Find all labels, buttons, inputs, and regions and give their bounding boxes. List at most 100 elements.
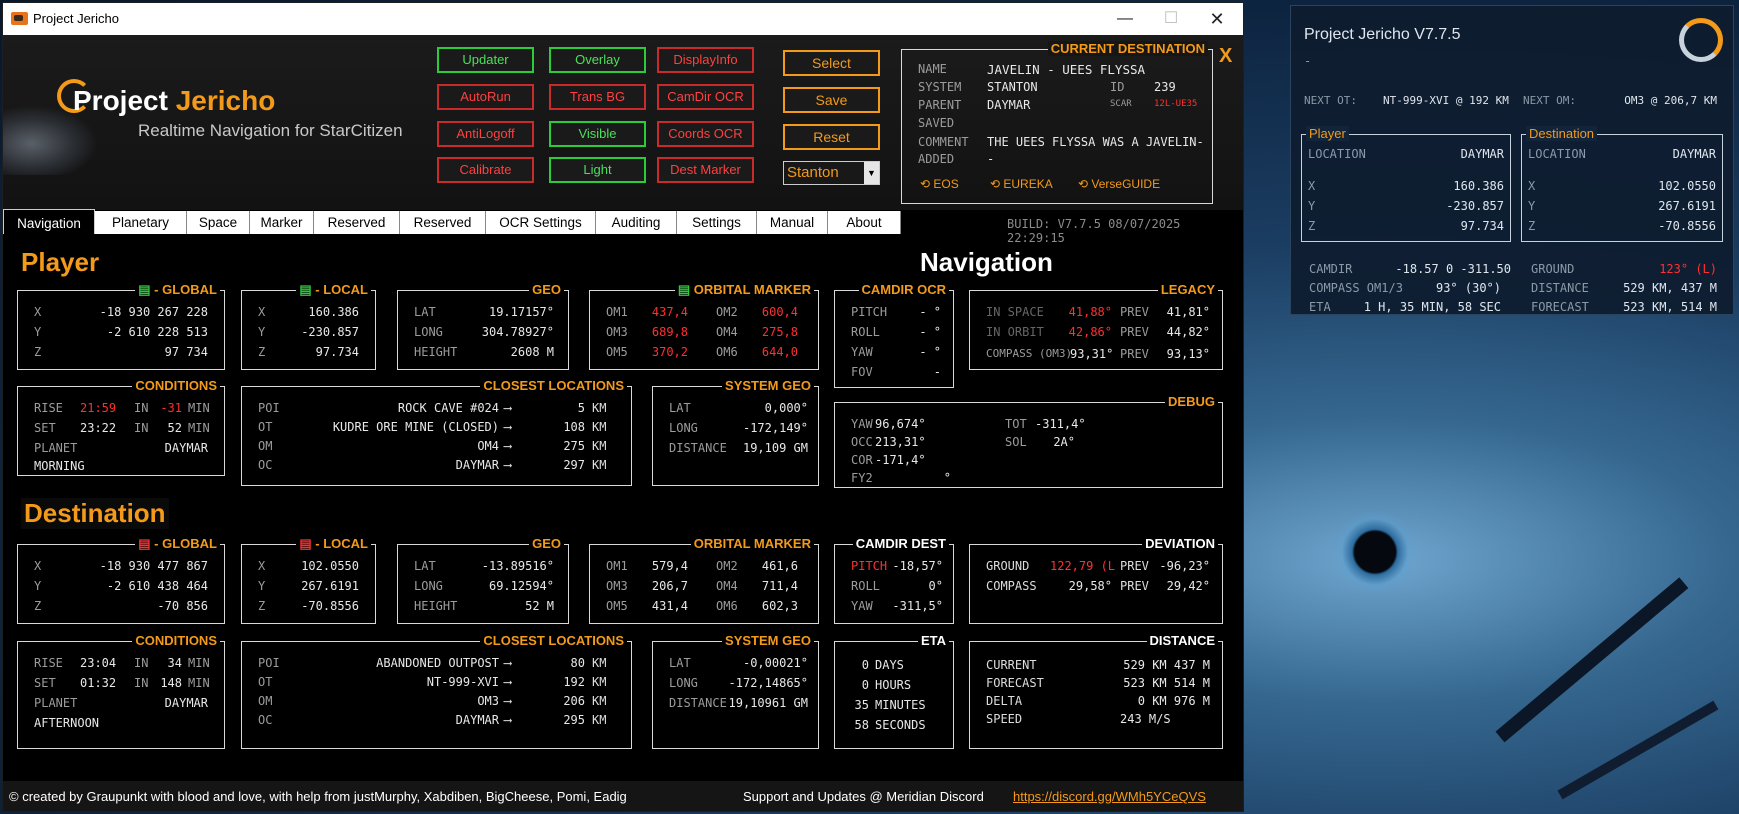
reset-button[interactable]: Reset	[783, 124, 880, 150]
pitch-label: PITCH	[851, 305, 888, 319]
close-icon[interactable]: ✕	[1195, 7, 1239, 31]
eos-link[interactable]: ⟲ EOS	[920, 177, 959, 191]
in-label: IN	[134, 676, 149, 690]
z-label: Z	[1308, 219, 1316, 233]
autorun-toggle[interactable]: AutoRun	[437, 84, 534, 110]
ground-value: 123° (L)	[1659, 262, 1717, 276]
destination-comment: THE UEES FLYSSA WAS A JAVELIN-	[987, 135, 1204, 149]
tab-auditing[interactable]: Auditing	[596, 211, 677, 234]
om4-label: OM4	[716, 579, 738, 593]
discord-link[interactable]: https://discord.gg/WMh5YCeQVS	[1013, 789, 1206, 804]
closest-type: OM	[258, 439, 273, 453]
occ-label: OCC	[851, 435, 873, 449]
speed-value: 243 M/S	[1120, 712, 1171, 726]
panel-caption: CAMDIR OCR	[858, 282, 949, 297]
om1-value: 437,4	[651, 305, 688, 319]
save-button[interactable]: Save	[783, 87, 880, 113]
panel-caption: ▤ - LOCAL	[296, 282, 371, 298]
speed-label: SPEED	[986, 712, 1023, 726]
yaw-value: - °	[919, 345, 941, 359]
z-label: Z	[258, 599, 266, 613]
displayinfo-toggle[interactable]: DisplayInfo	[657, 47, 754, 73]
forecast-distance: 523 KM 514 M	[1123, 676, 1210, 690]
antilogoff-toggle[interactable]: AntiLogoff	[437, 121, 534, 147]
inspace-label: IN SPACE	[986, 305, 1044, 319]
eta-hours: 0	[861, 678, 869, 692]
ground-label: GROUND	[986, 559, 1030, 573]
tab-marker[interactable]: Marker	[250, 211, 314, 234]
camdir-ocr-panel: CAMDIR OCR PITCH ROLL YAW FOV - ° - ° - …	[834, 282, 954, 388]
title-bar[interactable]: Project Jericho — ☐ ✕	[3, 3, 1243, 35]
verseguide-link[interactable]: ⟲ VerseGUIDE	[1078, 177, 1160, 191]
tab-navigation[interactable]: Navigation	[3, 209, 95, 234]
delta-label: DELTA	[986, 694, 1023, 708]
eureka-link[interactable]: ⟲ EUREKA	[990, 177, 1053, 191]
support-text: Support and Updates @ Meridian Discord	[743, 789, 984, 804]
calibrate-toggle[interactable]: Calibrate	[437, 157, 534, 183]
tab-ocr-settings[interactable]: OCR Settings	[486, 211, 596, 234]
om2-label: OM2	[716, 305, 738, 319]
geo-lat: 19.17157°	[488, 305, 554, 319]
eta-days: 0	[861, 658, 869, 672]
camdir-value: -18.57 0 -311.50	[1395, 262, 1511, 276]
set-in-value: 52	[167, 421, 182, 435]
closest-row: POI ABANDONED OUTPOST ⟶ 80 KM	[242, 656, 631, 674]
om4-value: 275,8	[761, 325, 798, 339]
om3-value: 689,8	[651, 325, 688, 339]
closest-type: OC	[258, 713, 273, 727]
system-select[interactable]: Stanton ▼	[783, 161, 880, 185]
om3-label: OM3	[606, 325, 628, 339]
inorbit-value: 42,86°	[1068, 325, 1112, 339]
visible-toggle[interactable]: Visible	[549, 121, 646, 147]
distance-panel: DISTANCE CURRENT 529 KM 437 M FORECAST 5…	[969, 633, 1223, 749]
in-label: IN	[134, 656, 149, 670]
camdir-dest-panel: CAMDIR DEST PITCH ROLL YAW -18,57° 0° -3…	[834, 536, 954, 624]
location-label: LOCATION	[1528, 147, 1586, 161]
tab-space[interactable]: Space	[187, 211, 250, 234]
updater-toggle[interactable]: Updater	[437, 47, 534, 73]
forecast-value: 523 KM, 514 M	[1623, 300, 1717, 314]
closest-name: NT-999-XVI	[426, 675, 499, 689]
om1-label: OM1	[606, 559, 628, 573]
debug-yaw: 96,674°	[875, 417, 926, 431]
in-label: IN	[134, 421, 149, 435]
location-label: LOCATION	[1308, 147, 1366, 161]
tab-planetary[interactable]: Planetary	[95, 211, 187, 234]
yaw-label: YAW	[851, 417, 873, 431]
closest-row: OM OM3 ⟶ 206 KM	[242, 694, 631, 712]
field-label: COMMENT	[918, 135, 969, 149]
prev-label: PREV	[1120, 579, 1149, 593]
chevron-down-icon[interactable]: ▼	[864, 162, 879, 184]
tab-reserved-2[interactable]: Reserved	[400, 211, 486, 234]
panel-caption: CLOSEST LOCATIONS	[480, 378, 627, 393]
minimize-icon[interactable]: —	[1103, 7, 1147, 31]
field-label: ADDED	[918, 152, 955, 166]
set-label: SET	[34, 676, 56, 690]
document-icon: ▤	[138, 282, 151, 297]
coords-ocr-toggle[interactable]: Coords OCR	[657, 121, 754, 147]
overlay-toggle[interactable]: Overlay	[549, 47, 646, 73]
player-global-panel: ▤ - GLOBAL X Y Z -18 930 267 228 -2 610 …	[17, 282, 225, 370]
tab-reserved-1[interactable]: Reserved	[314, 211, 400, 234]
destination-global-panel: ▤ - GLOBAL X Y Z -18 930 477 867 -2 610 …	[17, 536, 225, 624]
light-toggle[interactable]: Light	[549, 157, 646, 183]
tab-settings[interactable]: Settings	[677, 211, 757, 234]
z-value: -70.8556	[1658, 219, 1716, 233]
compass-value: 29,58°	[1068, 579, 1112, 593]
tab-manual[interactable]: Manual	[757, 211, 828, 234]
maximize-icon[interactable]: ☐	[1149, 7, 1193, 31]
transbg-toggle[interactable]: Trans BG	[549, 84, 646, 110]
x-label: X	[258, 559, 266, 573]
om6-value: 644,0	[761, 345, 798, 359]
camdir-ocr-toggle[interactable]: CamDir OCR	[657, 84, 754, 110]
panel-caption: CURRENT DESTINATION	[1047, 41, 1208, 56]
om6-label: OM6	[716, 599, 738, 613]
select-button[interactable]: Select	[783, 50, 880, 76]
geo-lat: -13.89516°	[481, 559, 554, 573]
close-destination-button[interactable]: X	[1219, 45, 1232, 68]
compass-label: COMPASS (OM3)	[986, 347, 1073, 360]
closest-type: POI	[258, 656, 280, 670]
global-y: -2 610 438 464	[106, 579, 208, 593]
tab-about[interactable]: About	[828, 211, 901, 234]
dest-marker-toggle[interactable]: Dest Marker	[657, 157, 754, 183]
